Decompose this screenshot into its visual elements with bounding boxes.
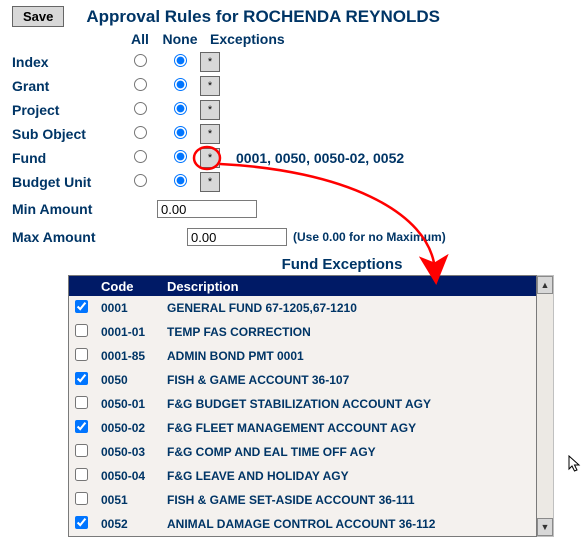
exception-checkbox[interactable] [75,372,88,385]
rule-row-grant: Grant * [12,74,572,98]
list-item: 0051FISH & GAME SET-ASIDE ACCOUNT 36-111 [69,488,536,512]
rule-label: Sub Object [12,126,120,142]
radio-all[interactable] [134,102,147,115]
radio-none[interactable] [174,102,187,115]
grant-exceptions-button[interactable]: * [200,76,220,96]
exceptions-list: Code Description 0001GENERAL FUND 67-120… [68,275,554,537]
rule-label: Project [12,102,120,118]
rule-row-fund: Fund * 0001, 0050, 0050-02, 0052 [12,146,572,170]
exception-checkbox[interactable] [75,300,88,313]
max-amount-input[interactable] [187,228,287,246]
exception-code: 0001-85 [101,349,167,363]
radio-all[interactable] [134,150,147,163]
scroll-down-button[interactable]: ▼ [537,518,553,536]
exception-checkbox[interactable] [75,396,88,409]
list-item: 0050-01F&G BUDGET STABILIZATION ACCOUNT … [69,392,536,416]
list-item: 0001-01TEMP FAS CORRECTION [69,320,536,344]
exception-description: GENERAL FUND 67-1205,67-1210 [167,301,536,315]
exception-code: 0001-01 [101,325,167,339]
exception-checkbox[interactable] [75,324,88,337]
list-item: 0050-02F&G FLEET MANAGEMENT ACCOUNT AGY [69,416,536,440]
exception-code: 0051 [101,493,167,507]
exception-description: F&G BUDGET STABILIZATION ACCOUNT AGY [167,397,536,411]
exceptions-list-header: Code Description [69,276,536,296]
exception-checkbox[interactable] [75,468,88,481]
list-item: 0050-03F&G COMP AND EAL TIME OFF AGY [69,440,536,464]
exception-description: FISH & GAME ACCOUNT 36-107 [167,373,536,387]
header-none: None [160,31,200,47]
exception-description: ANIMAL DAMAGE CONTROL ACCOUNT 36-112 [167,517,536,531]
cursor-icon [568,455,582,478]
header-all: All [120,31,160,47]
exception-description: FISH & GAME SET-ASIDE ACCOUNT 36-111 [167,493,536,507]
rule-label: Index [12,54,120,70]
radio-all[interactable] [134,174,147,187]
fund-exceptions-button[interactable]: * [200,148,220,168]
radio-none[interactable] [174,150,187,163]
sub-object-exceptions-button[interactable]: * [200,124,220,144]
exception-description: TEMP FAS CORRECTION [167,325,536,339]
exception-code: 0050-03 [101,445,167,459]
rule-label: Budget Unit [12,174,120,190]
min-amount-label: Min Amount [12,201,157,217]
max-amount-label: Max Amount [12,229,157,245]
rule-label: Grant [12,78,120,94]
radio-all[interactable] [134,126,147,139]
exception-description: F&G LEAVE AND HOLIDAY AGY [167,469,536,483]
max-amount-hint: (Use 0.00 for no Maximum) [293,230,446,244]
radio-none[interactable] [174,54,187,67]
exception-code: 0052 [101,517,167,531]
rule-column-headers: All None Exceptions [120,31,572,47]
exceptions-panel-title: Fund Exceptions [112,256,572,273]
exception-checkbox[interactable] [75,420,88,433]
list-item: 0001GENERAL FUND 67-1205,67-1210 [69,296,536,320]
exceptions-header-description: Description [167,279,536,294]
radio-none[interactable] [174,126,187,139]
project-exceptions-button[interactable]: * [200,100,220,120]
list-item: 0001-85ADMIN BOND PMT 0001 [69,344,536,368]
exception-description: F&G FLEET MANAGEMENT ACCOUNT AGY [167,421,536,435]
exception-description: ADMIN BOND PMT 0001 [167,349,536,363]
min-amount-input[interactable] [157,200,257,218]
page-title: Approval Rules for ROCHENDA REYNOLDS [86,7,440,27]
index-exceptions-button[interactable]: * [200,52,220,72]
list-item: 0050-04F&G LEAVE AND HOLIDAY AGY [69,464,536,488]
radio-all[interactable] [134,54,147,67]
radio-none[interactable] [174,174,187,187]
list-item: 0050FISH & GAME ACCOUNT 36-107 [69,368,536,392]
scroll-up-button[interactable]: ▲ [537,276,553,294]
rule-row-project: Project * [12,98,572,122]
rule-row-index: Index * [12,50,572,74]
exceptions-scrollbar[interactable]: ▲ ▼ [537,275,554,537]
list-item: 0052ANIMAL DAMAGE CONTROL ACCOUNT 36-112 [69,512,536,536]
save-button[interactable]: Save [12,6,64,27]
exception-description: F&G COMP AND EAL TIME OFF AGY [167,445,536,459]
exception-code: 0050-02 [101,421,167,435]
exception-checkbox[interactable] [75,348,88,361]
radio-all[interactable] [134,78,147,91]
rule-label: Fund [12,150,120,166]
exception-code: 0001 [101,301,167,315]
exception-code: 0050-04 [101,469,167,483]
budget-unit-exceptions-button[interactable]: * [200,172,220,192]
rule-exceptions-text: 0001, 0050, 0050-02, 0052 [236,150,404,166]
exceptions-header-code: Code [101,279,167,294]
rule-row-budget-unit: Budget Unit * [12,170,572,194]
exception-checkbox[interactable] [75,492,88,505]
exception-code: 0050-01 [101,397,167,411]
rule-row-sub-object: Sub Object * [12,122,572,146]
exception-checkbox[interactable] [75,516,88,529]
exception-code: 0050 [101,373,167,387]
header-exceptions: Exceptions [200,31,285,47]
exception-checkbox[interactable] [75,444,88,457]
radio-none[interactable] [174,78,187,91]
